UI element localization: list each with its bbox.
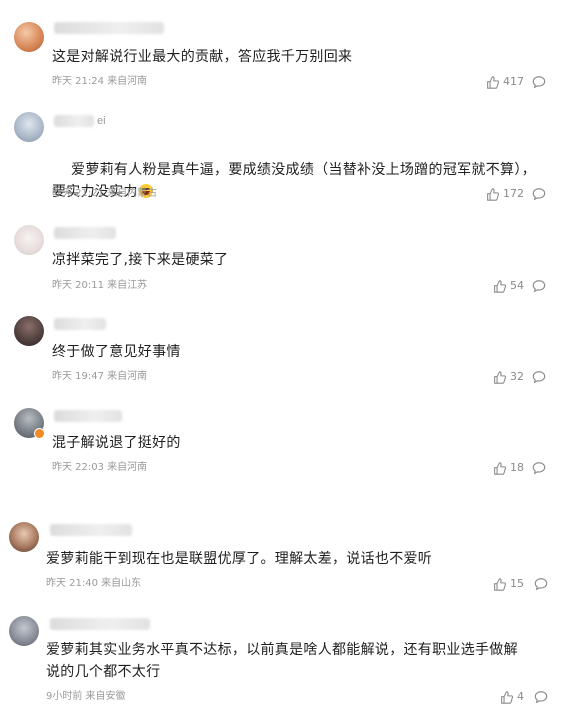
avatar[interactable]: [14, 112, 44, 142]
verified-badge-icon: [34, 428, 45, 439]
reply-button[interactable]: [532, 461, 546, 475]
comment-meta: 昨天 20:11 来自江苏: [52, 280, 148, 291]
like-count: 32: [510, 370, 524, 383]
like-button[interactable]: 32: [493, 370, 524, 384]
reply-button[interactable]: [532, 279, 546, 293]
comment-item: 混子解说退了挺好的 昨天 22:03 来自河南 18: [0, 392, 567, 502]
comment-text: 混子解说退了挺好的: [52, 435, 181, 451]
like-button[interactable]: 15: [493, 577, 524, 591]
comment-meta: 昨天 21:40 来自山东: [46, 578, 142, 589]
comment-bubble-icon: [532, 371, 546, 384]
thumbs-up-icon: [487, 187, 499, 201]
like-button[interactable]: 172: [486, 187, 524, 201]
comment-item: 爱萝莉能干到现在也是联盟优厚了。理解太差，说话也不爱听 昨天 21:40 来自山…: [0, 502, 567, 602]
comment-text: 爱萝莉其实业务水平真不达标，以前真是啥人都能解说，还有职业选手做解 说的几个都不…: [46, 642, 518, 680]
username[interactable]: [50, 618, 150, 630]
thumbs-up-icon: [494, 577, 506, 591]
like-count: 417: [503, 75, 524, 88]
like-button[interactable]: 18: [493, 461, 524, 475]
like-count: 15: [510, 577, 524, 590]
username[interactable]: [54, 410, 122, 422]
like-count: 54: [510, 279, 524, 292]
avatar[interactable]: [14, 22, 44, 52]
comment-bubble-icon: [532, 280, 546, 293]
comment-bubble-icon: [534, 691, 548, 704]
username-suffix: ei: [97, 115, 106, 127]
comment-text: 终于做了意见好事情: [52, 344, 181, 360]
comment-item: 爱萝莉其实业务水平真不达标，以前真是啥人都能解说，还有职业选手做解 说的几个都不…: [0, 602, 567, 715]
like-count: 172: [503, 187, 524, 200]
thumbs-up-icon: [494, 461, 506, 475]
comment-meta: 昨天 21:24 来自河南: [52, 76, 148, 87]
like-button[interactable]: 4: [500, 690, 524, 704]
thumbs-up-icon: [494, 279, 506, 293]
username[interactable]: [54, 318, 106, 330]
reply-button[interactable]: [534, 577, 548, 591]
reply-button[interactable]: [532, 187, 546, 201]
comment-item: 这是对解说行业最大的贡献，答应我千万别回来 昨天 21:24 来自河南 417: [0, 0, 567, 95]
thumbs-up-icon: [494, 370, 506, 384]
username[interactable]: [54, 227, 116, 239]
comment-meta: 昨天 22:03 来自河南: [52, 462, 148, 473]
reply-button[interactable]: [532, 370, 546, 384]
username[interactable]: [50, 524, 132, 536]
comment-text: 凉拌菜完了,接下来是硬菜了: [52, 252, 229, 268]
comment-item: 凉拌菜完了,接下来是硬菜了 昨天 20:11 来自江苏 54: [0, 205, 567, 300]
username[interactable]: [54, 22, 164, 34]
like-button[interactable]: 54: [493, 279, 524, 293]
comment-meta: 昨天 21:21 来自内蒙古: [52, 188, 158, 199]
thumbs-up-icon: [487, 75, 499, 89]
comment-item: 终于做了意见好事情 昨天 19:47 来自河南 32: [0, 300, 567, 392]
like-button[interactable]: 417: [486, 75, 524, 89]
comment-item: ei 爱萝莉有人粉是真牛逼，要成绩没成绩（当替补没上场蹭的冠军就不算）， 要实力…: [0, 95, 567, 205]
reply-button[interactable]: [534, 690, 548, 704]
comment-text: 爱萝莉能干到现在也是联盟优厚了。理解太差，说话也不爱听: [46, 551, 433, 567]
avatar[interactable]: [14, 316, 44, 346]
comment-meta: 9小时前 来自安徽: [46, 691, 126, 702]
comment-meta: 昨天 19:47 来自河南: [52, 371, 148, 382]
comment-bubble-icon: [532, 462, 546, 475]
reply-button[interactable]: [532, 75, 546, 89]
comment-bubble-icon: [534, 578, 548, 591]
comment-bubble-icon: [532, 76, 546, 89]
thumbs-up-icon: [501, 690, 513, 704]
avatar[interactable]: [9, 522, 39, 552]
comment-text: 这是对解说行业最大的贡献，答应我千万别回来: [52, 49, 353, 65]
username[interactable]: [54, 115, 94, 127]
comment-bubble-icon: [532, 188, 546, 201]
like-count: 18: [510, 461, 524, 474]
avatar[interactable]: [9, 616, 39, 646]
like-count: 4: [517, 690, 524, 703]
avatar[interactable]: [14, 225, 44, 255]
